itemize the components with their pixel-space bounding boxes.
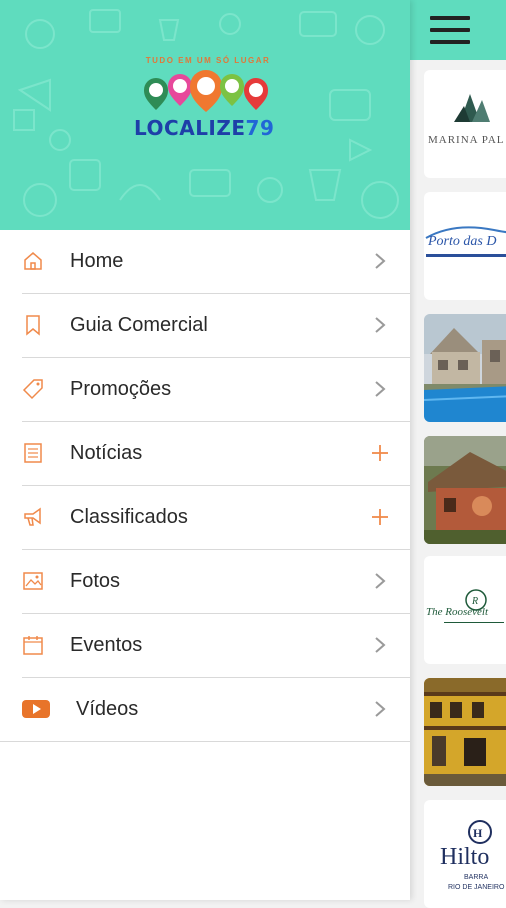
card-roosevelt[interactable]: R The Roosevelt (424, 556, 506, 664)
menu-label: Vídeos (76, 698, 139, 720)
photo-icon (23, 572, 43, 590)
calendar-icon (23, 636, 43, 655)
menu-item-home[interactable]: Home (22, 230, 410, 294)
chevron-right-icon (375, 701, 386, 717)
card-text: Porto das D (428, 234, 497, 249)
card-text: Hilto (440, 844, 490, 870)
cottage-photo (424, 436, 506, 544)
tag-icon (22, 379, 43, 400)
card-pool-house[interactable] (424, 314, 506, 422)
card-porto-das-dunas[interactable]: Porto das D (424, 192, 506, 300)
home-icon (24, 252, 42, 270)
newspaper-icon (24, 443, 42, 463)
menu-label: Eventos (70, 634, 143, 656)
menu-label: Home (70, 250, 124, 272)
marina-palace-logo (454, 94, 490, 122)
megaphone-icon (24, 507, 41, 526)
card-text: The Roosevelt (426, 606, 489, 618)
drawer-menu: Home Guia Comercial Promoções Notícias C… (0, 230, 410, 742)
menu-item-classificados[interactable]: Classificados (22, 486, 410, 550)
card-text: MARINA PAL (428, 134, 505, 146)
drawer-header: TUDO EM UM SÓ LUGAR LOCALIZE79 (0, 0, 410, 230)
top-app-bar (410, 0, 506, 60)
svg-text:H: H (473, 826, 483, 840)
menu-label: Notícias (70, 442, 143, 464)
chevron-right-icon (375, 573, 386, 589)
chevron-right-icon (375, 637, 386, 653)
menu-item-promocoes[interactable]: Promoções (22, 358, 410, 422)
yellow-house-photo (424, 678, 506, 786)
hamburger-menu-icon[interactable] (430, 14, 470, 46)
menu-item-noticias[interactable]: Notícias (22, 422, 410, 486)
card-hilton[interactable]: H Hilto BARRA RIO DE JANEIRO (424, 800, 506, 908)
menu-label: Fotos (70, 570, 121, 592)
card-subtext-2: RIO DE JANEIRO (448, 884, 505, 891)
bookmark-icon (26, 315, 40, 336)
menu-label: Guia Comercial (70, 314, 208, 336)
localize79-logo: TUDO EM UM SÓ LUGAR LOCALIZE79 (128, 56, 288, 146)
content-area: MARINA PAL Porto das D R The Roosevelt H… (410, 0, 506, 908)
logo-title: LOCALIZE79 (134, 116, 275, 140)
card-marina-palace[interactable]: MARINA PAL (424, 70, 506, 178)
chevron-right-icon (375, 381, 386, 397)
chevron-right-icon (375, 317, 386, 333)
menu-item-videos[interactable]: Vídeos (0, 678, 410, 742)
card-cottage[interactable] (424, 436, 506, 544)
chevron-right-icon (375, 253, 386, 269)
menu-label: Promoções (70, 378, 172, 400)
card-yellow-house[interactable] (424, 678, 506, 786)
menu-item-fotos[interactable]: Fotos (22, 550, 410, 614)
menu-item-guia-comercial[interactable]: Guia Comercial (22, 294, 410, 358)
menu-label: Classificados (70, 506, 188, 528)
card-subtext-1: BARRA (464, 874, 489, 881)
plus-icon[interactable] (370, 506, 390, 528)
logo-tagline: TUDO EM UM SÓ LUGAR (145, 56, 271, 65)
video-play-icon (22, 700, 50, 718)
pool-house-photo (424, 314, 506, 422)
navigation-drawer: TUDO EM UM SÓ LUGAR LOCALIZE79 Home Guia… (0, 0, 410, 900)
menu-item-eventos[interactable]: Eventos (22, 614, 410, 678)
plus-icon[interactable] (370, 442, 390, 464)
